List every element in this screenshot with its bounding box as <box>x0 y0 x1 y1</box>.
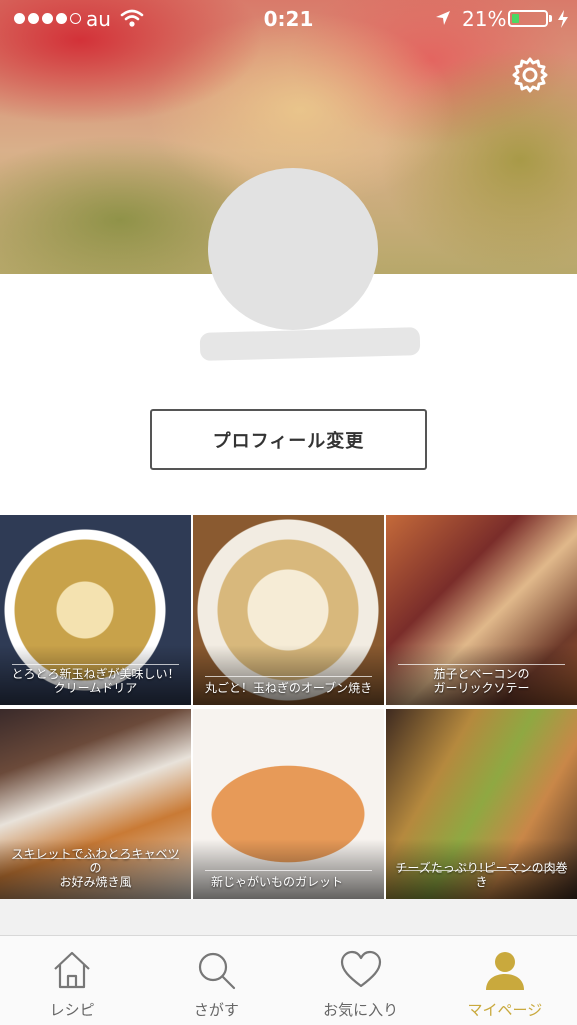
recipe-title: とろとろ新玉ねぎが美味しい！ クリームドリア <box>11 667 180 695</box>
home-icon <box>54 951 90 989</box>
tab-favorites[interactable]: お気に入り <box>289 936 433 1025</box>
tab-label: さがす <box>193 1001 239 1019</box>
status-bar: au 0:21 21% <box>0 0 577 40</box>
recipe-title: 新じゃがいものガレット <box>211 875 344 889</box>
recipe-card[interactable]: 新じゃがいものガレット <box>193 709 384 899</box>
recipe-title: 丸ごと！玉ねぎのオーブン焼き <box>204 681 373 695</box>
username-redacted <box>199 327 421 361</box>
recipe-title: チーズたっぷり!ピーマンの肉巻き <box>395 861 568 889</box>
battery-icon <box>508 10 548 27</box>
tab-search[interactable]: さがす <box>144 936 288 1025</box>
recipe-title: スキレットでふわとろキャベツの お好み焼き風 <box>11 847 180 889</box>
tab-recipes[interactable]: レシピ <box>0 936 144 1025</box>
recipe-card[interactable]: スキレットでふわとろキャベツの お好み焼き風 <box>0 709 191 899</box>
recipe-grid: とろとろ新玉ねぎが美味しい！ クリームドリア 丸ごと！玉ねぎのオーブン焼き 茄子… <box>0 515 577 899</box>
heart-icon <box>340 950 381 988</box>
location-arrow-icon <box>436 11 450 25</box>
tab-mypage[interactable]: マイページ <box>433 936 577 1025</box>
recipe-card[interactable]: とろとろ新玉ねぎが美味しい！ クリームドリア <box>0 515 191 705</box>
recipe-card[interactable]: 丸ごと！玉ねぎのオーブン焼き <box>193 515 384 705</box>
battery-percent: 21% <box>462 7 507 31</box>
charging-bolt-icon <box>558 10 568 28</box>
tab-bar: レシピ さがす お気に入り マイページ <box>0 935 577 1025</box>
recipe-title: 茄子とベーコンの ガーリックソテー <box>433 667 530 695</box>
recipe-card[interactable]: 茄子とベーコンの ガーリックソテー <box>386 515 577 705</box>
tab-label: レシピ <box>49 1001 95 1019</box>
tab-label: お気に入り <box>323 1001 399 1019</box>
content-footer-spacer <box>0 899 577 935</box>
search-icon <box>199 952 236 990</box>
settings-gear-icon[interactable] <box>510 55 550 95</box>
edit-profile-button[interactable]: プロフィール変更 <box>150 409 427 470</box>
recipe-card[interactable]: チーズたっぷり!ピーマンの肉巻き <box>386 709 577 899</box>
battery-nub <box>549 15 552 22</box>
person-icon <box>485 952 524 990</box>
tab-label: マイページ <box>467 1001 543 1019</box>
avatar[interactable] <box>208 168 378 330</box>
